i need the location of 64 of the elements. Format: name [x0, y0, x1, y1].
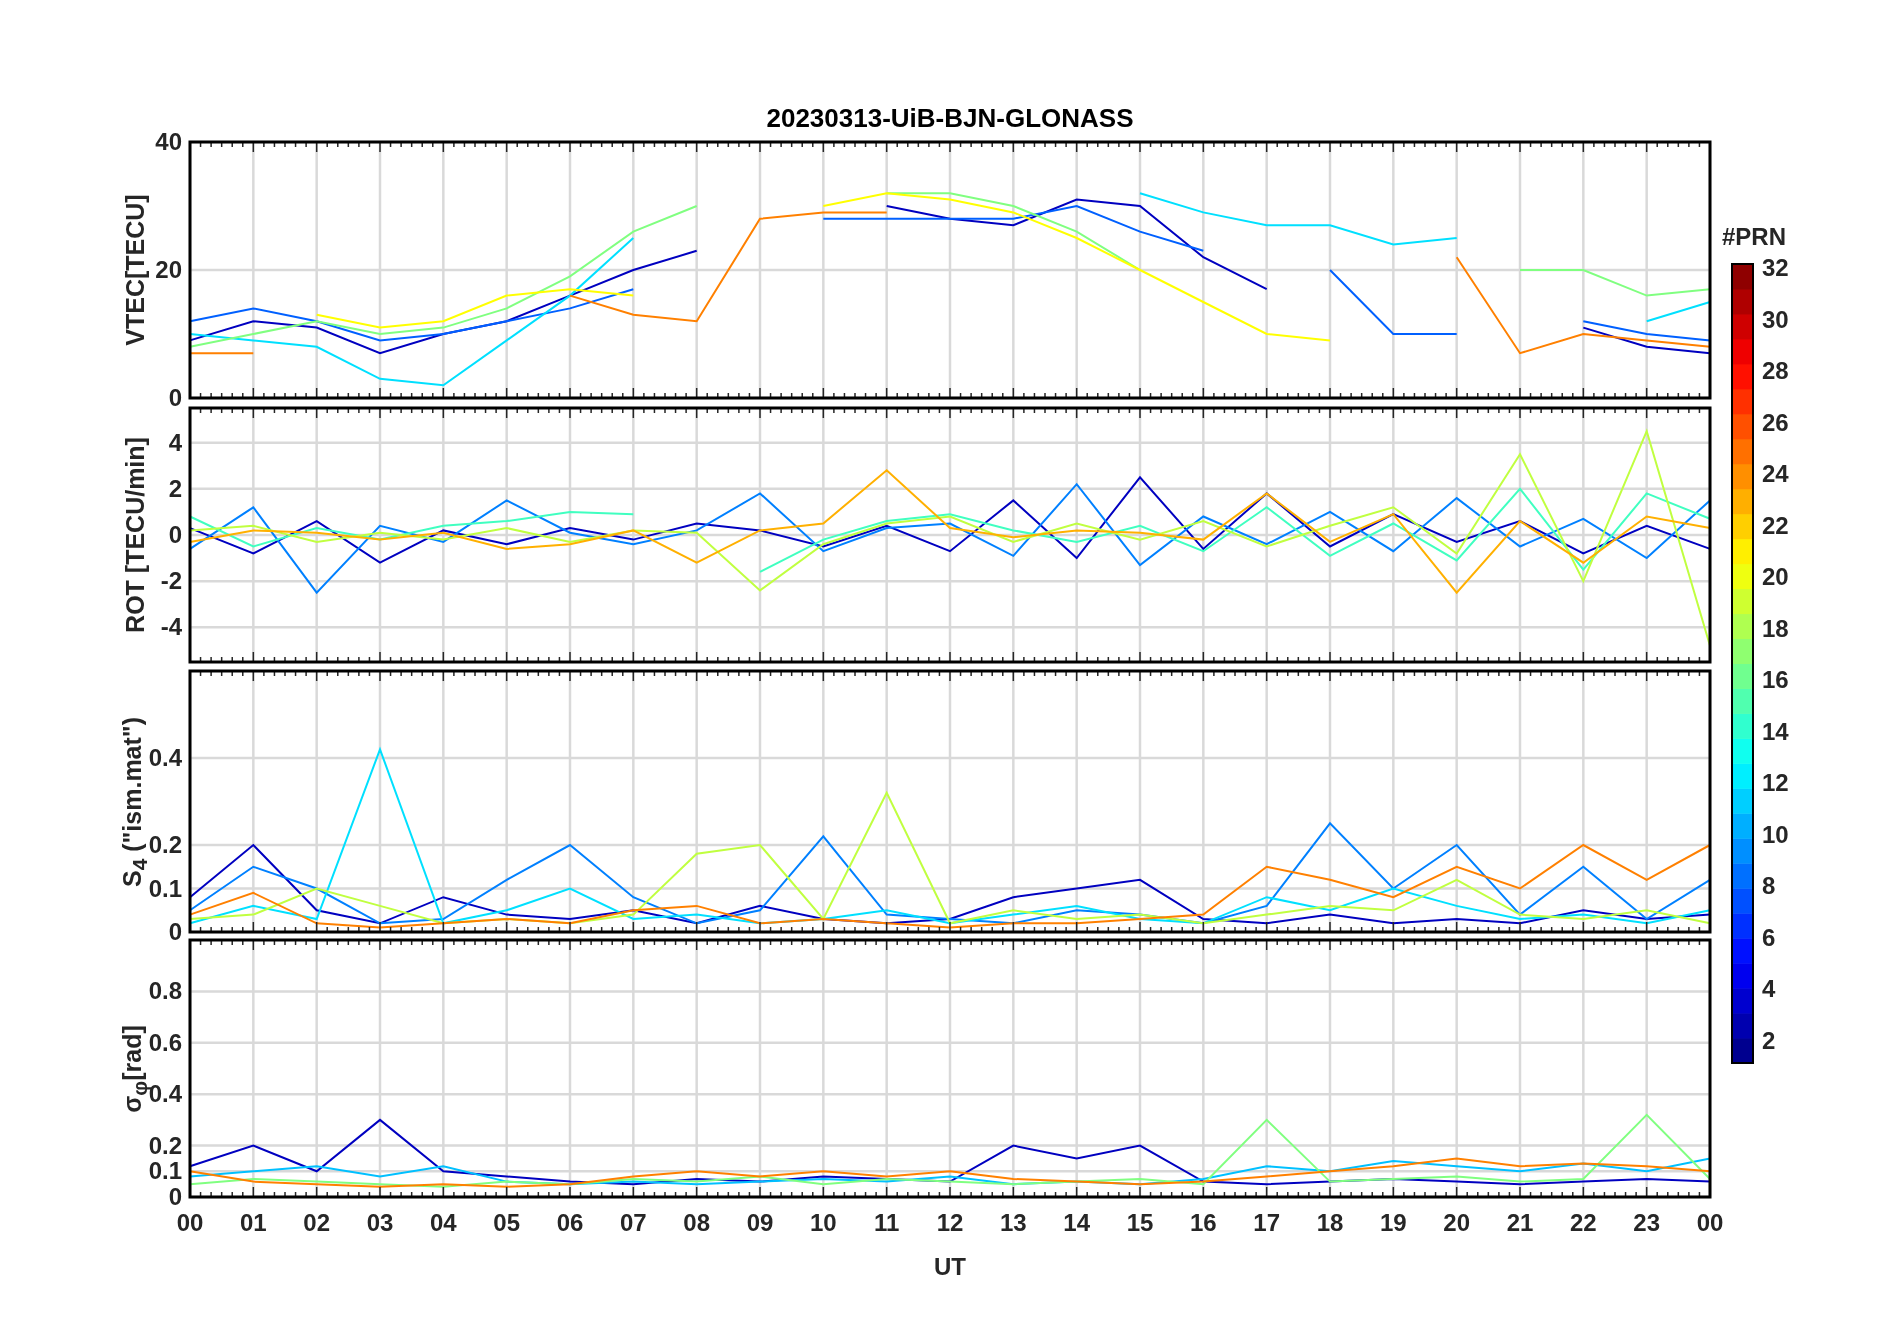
tick-label: 0.2 — [148, 1131, 182, 1159]
tick-label: 0.1 — [148, 874, 182, 902]
tick-label: 0.4 — [148, 744, 182, 771]
tick-label: 18 — [1762, 614, 1789, 642]
tick-label: 2 — [1762, 1027, 1776, 1054]
tick-label: 01 — [240, 1209, 267, 1236]
tick-label: 4 — [1762, 975, 1776, 1003]
tick-label: 06 — [556, 1209, 584, 1236]
tick-label: 15 — [1126, 1209, 1154, 1236]
tick-label: 21 — [1506, 1209, 1534, 1236]
tick-label: 19 — [1380, 1209, 1407, 1236]
tick-label: 40 — [155, 128, 182, 155]
tick-label: 23 — [1633, 1209, 1660, 1236]
tick-label: 09 — [746, 1209, 774, 1236]
tick-label: 04 — [430, 1209, 457, 1236]
tick-label: 12 — [936, 1209, 964, 1236]
tick-label: 17 — [1253, 1209, 1280, 1236]
tick-label: 20 — [155, 256, 182, 283]
tick-label: 08 — [683, 1209, 710, 1236]
tick-label: 0 — [168, 918, 182, 945]
tick-label: 26 — [1762, 408, 1789, 436]
tick-label: 00 — [176, 1209, 204, 1236]
tick-label: 16 — [1762, 666, 1789, 694]
tick-label: 18 — [1316, 1209, 1344, 1236]
tick-label: 14 — [1762, 717, 1789, 745]
tick-label: 22 — [1762, 511, 1789, 539]
tick-label: 0.6 — [148, 1028, 182, 1056]
tick-label: 32 — [1762, 254, 1789, 281]
chart-title: 20230313-UiB-BJN-GLONASS — [766, 103, 1134, 133]
tick-label: 10 — [1762, 820, 1789, 848]
tick-label: 0.1 — [148, 1157, 182, 1185]
tick-label: 00 — [1696, 1209, 1724, 1236]
tick-label: 24 — [1762, 460, 1789, 488]
axis-label: UT — [934, 1253, 966, 1280]
tick-label: 05 — [493, 1209, 520, 1236]
tick-label: 8 — [1762, 872, 1776, 900]
tick-label: 22 — [1570, 1209, 1597, 1236]
tick-label: 07 — [620, 1209, 647, 1236]
colorbar-label: #PRN — [1722, 223, 1787, 250]
tick-label: 28 — [1762, 357, 1789, 385]
tick-label: 0 — [168, 521, 182, 548]
tick-label: 0 — [168, 384, 182, 411]
tick-label: 10 — [810, 1209, 837, 1236]
tick-label: 2 — [168, 474, 182, 502]
axis-label: VTEC[TECU] — [120, 194, 150, 346]
tick-label: 03 — [366, 1209, 394, 1236]
tick-label: 02 — [303, 1209, 330, 1236]
tick-label: 20 — [1762, 563, 1789, 591]
tick-label: 0.4 — [148, 1080, 182, 1108]
tick-label: 20 — [1443, 1209, 1470, 1236]
tick-label: 0 — [168, 1183, 182, 1210]
tick-label: -2 — [160, 567, 182, 595]
tick-label: 0.2 — [148, 831, 182, 858]
tick-label: 30 — [1762, 305, 1789, 333]
axis-label: ROT [TECU/min] — [120, 437, 150, 633]
tick-label: 0.8 — [148, 977, 182, 1005]
tick-label: 4 — [168, 428, 182, 456]
tick-label: 12 — [1762, 769, 1789, 797]
tick-label: 16 — [1190, 1209, 1217, 1236]
tick-label: 6 — [1762, 923, 1776, 951]
tick-label: -4 — [160, 613, 182, 641]
tick-label: 14 — [1063, 1209, 1090, 1236]
tick-label: 13 — [1000, 1209, 1027, 1236]
tick-label: 11 — [874, 1209, 900, 1236]
